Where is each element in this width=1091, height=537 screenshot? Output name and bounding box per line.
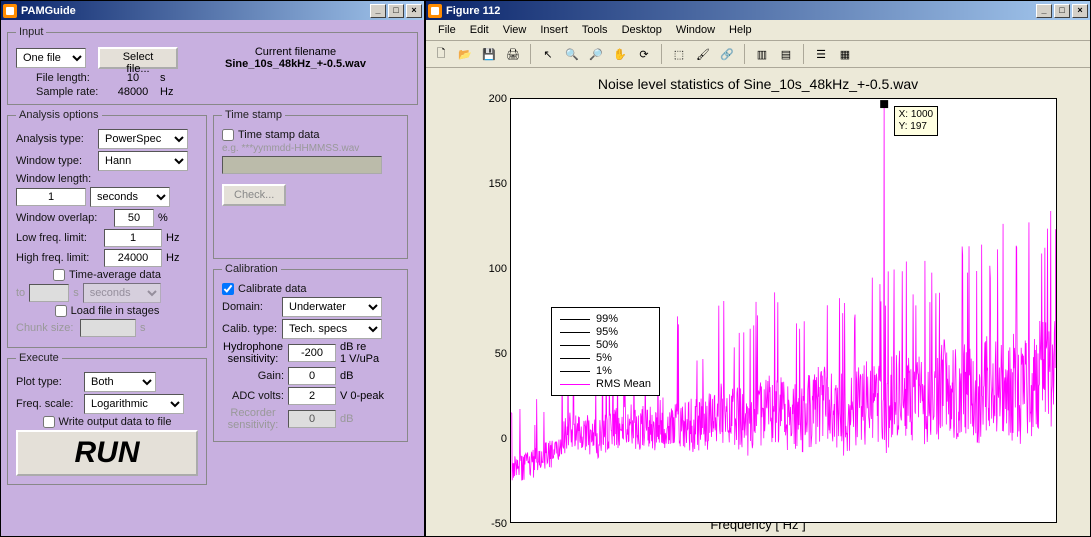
rotate3d-icon[interactable]: ⟳	[633, 43, 655, 65]
minimize-button[interactable]: _	[370, 4, 386, 18]
new-icon[interactable]: 🗋	[430, 43, 452, 65]
window-type-select[interactable]: Hann	[98, 151, 188, 171]
chunk-size-input	[80, 319, 136, 337]
app-icon	[428, 4, 442, 18]
time-avg-unit-select: seconds	[83, 283, 161, 303]
menu-edit[interactable]: Edit	[464, 22, 495, 38]
hydrophone-input[interactable]	[288, 344, 336, 362]
analysis-group: Analysis options Analysis type:PowerSpec…	[7, 109, 207, 348]
sample-rate-value: 48000	[110, 86, 156, 98]
execute-group: Execute Plot type:Both Freq. scale:Logar…	[7, 352, 207, 485]
high-freq-input[interactable]	[104, 249, 162, 267]
zoom-out-icon[interactable]: 🔎	[585, 43, 607, 65]
window-overlap-input[interactable]	[114, 209, 154, 227]
datacursor-icon[interactable]: ⬚	[668, 43, 690, 65]
pam-titlebar[interactable]: PAMGuide _ □ ×	[1, 1, 424, 20]
pan-icon[interactable]: ✋	[609, 43, 631, 65]
gain-input[interactable]	[288, 367, 336, 385]
data-cursor-tooltip: X: 1000Y: 197	[894, 106, 938, 136]
pam-title: PAMGuide	[21, 5, 76, 17]
file-length-value: 10	[110, 72, 156, 84]
timestamp-checkbox[interactable]: Time stamp data	[222, 129, 320, 141]
timestamp-group: Time stamp Time stamp data e.g. ***yymmd…	[213, 109, 408, 259]
window-length-unit-select[interactable]: seconds	[90, 187, 170, 207]
columns-icon[interactable]: ☰	[810, 43, 832, 65]
app-icon	[3, 4, 17, 18]
maximize-button[interactable]: □	[388, 4, 404, 18]
timestamp-pattern-input	[222, 156, 382, 174]
input-legend: Input	[16, 26, 46, 38]
menu-file[interactable]: File	[432, 22, 462, 38]
figure-window: Figure 112 _ □ × FileEditViewInsertTools…	[425, 0, 1091, 537]
chart-title: Noise level statistics of Sine_10s_48kHz…	[426, 76, 1090, 92]
layout-icon[interactable]: ▦	[834, 43, 856, 65]
menu-window[interactable]: Window	[670, 22, 721, 38]
axes[interactable]: 99%95%50%5%1%RMS Mean X: 1000Y: 197 -500…	[510, 98, 1057, 523]
brush-icon[interactable]: 🖌	[692, 43, 714, 65]
current-filename: Sine_10s_48kHz_+-0.5.wav	[182, 58, 409, 70]
legend-icon[interactable]: ▤	[775, 43, 797, 65]
select-file-button[interactable]: Select file...	[98, 47, 178, 69]
menu-help[interactable]: Help	[723, 22, 758, 38]
check-timestamp-button: Check...	[222, 184, 286, 206]
legend[interactable]: 99%95%50%5%1%RMS Mean	[551, 307, 660, 396]
link-icon[interactable]: 🔗	[716, 43, 738, 65]
calibrate-checkbox[interactable]: Calibrate data	[222, 283, 307, 295]
menubar: FileEditViewInsertToolsDesktopWindowHelp	[426, 20, 1090, 41]
minimize-button[interactable]: _	[1036, 4, 1052, 18]
filename-caption: Current filename	[182, 46, 409, 58]
close-button[interactable]: ×	[1072, 4, 1088, 18]
domain-select[interactable]: Underwater	[282, 297, 382, 317]
print-icon[interactable]: 🖨	[502, 43, 524, 65]
calibration-group: Calibration Calibrate data Domain:Underw…	[213, 263, 408, 442]
pamguide-window: PAMGuide _ □ × Input One file Select fil…	[0, 0, 425, 537]
plot-area[interactable]: Noise level statistics of Sine_10s_48kHz…	[426, 68, 1090, 536]
freq-scale-select[interactable]: Logarithmic	[84, 394, 184, 414]
time-avg-to-input	[29, 284, 69, 302]
time-avg-checkbox[interactable]: Time-average data	[53, 269, 161, 281]
fig-titlebar[interactable]: Figure 112 _ □ ×	[426, 1, 1090, 20]
fig-title: Figure 112	[446, 5, 500, 17]
close-button[interactable]: ×	[406, 4, 422, 18]
plot-type-select[interactable]: Both	[84, 372, 156, 392]
maximize-button[interactable]: □	[1054, 4, 1070, 18]
source-select[interactable]: One file	[16, 48, 86, 68]
menu-tools[interactable]: Tools	[576, 22, 614, 38]
calib-type-select[interactable]: Tech. specs	[282, 319, 382, 339]
input-group: Input One file Select file... Current fi…	[7, 26, 418, 105]
menu-insert[interactable]: Insert	[534, 22, 574, 38]
load-stages-checkbox[interactable]: Load file in stages	[55, 305, 160, 317]
zoom-in-icon[interactable]: 🔍	[561, 43, 583, 65]
write-output-checkbox[interactable]: Write output data to file	[43, 416, 172, 428]
analysis-type-select[interactable]: PowerSpec	[98, 129, 188, 149]
menu-view[interactable]: View	[497, 22, 533, 38]
colorbar-icon[interactable]: ▥	[751, 43, 773, 65]
adc-input[interactable]	[288, 387, 336, 405]
menu-desktop[interactable]: Desktop	[616, 22, 668, 38]
save-icon[interactable]: 💾	[478, 43, 500, 65]
toolbar: 🗋📂💾🖨 ↖🔍🔎✋⟳ ⬚🖌🔗 ▥▤ ☰▦	[426, 41, 1090, 68]
open-icon[interactable]: 📂	[454, 43, 476, 65]
window-length-input[interactable]	[16, 188, 86, 206]
run-button[interactable]: RUN	[16, 430, 198, 476]
low-freq-input[interactable]	[104, 229, 162, 247]
pointer-icon[interactable]: ↖	[537, 43, 559, 65]
recorder-input	[288, 410, 336, 428]
